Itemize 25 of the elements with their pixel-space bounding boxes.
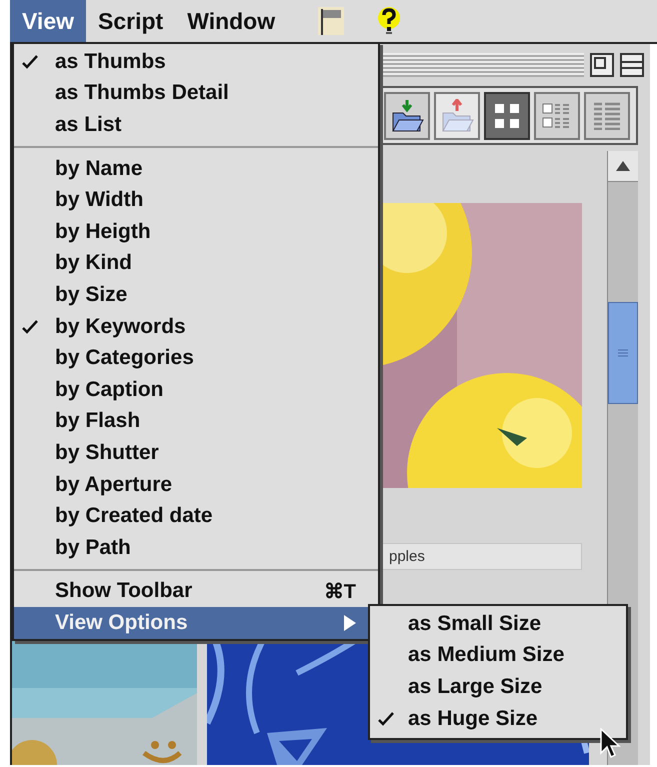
menu-item[interactable]: by Heigth [14,216,378,248]
menu-title[interactable]: Window [175,0,288,42]
menu-item[interactable]: as Thumbs [14,46,378,78]
menu-item[interactable]: by Shutter [14,437,378,469]
menu-item[interactable]: as Thumbs Detail [14,78,378,110]
shortcut-label: ⌘T [324,580,356,604]
menu-item[interactable]: by Categories [14,342,378,374]
menu-item[interactable]: as Medium Size [370,640,626,672]
menu-item[interactable]: by Width [14,184,378,216]
caption-field[interactable]: pples [381,543,582,570]
menu-title[interactable]: View [10,0,86,42]
menu-item[interactable]: by Name [14,152,378,184]
menu-item[interactable]: as List [14,109,378,141]
menu-item[interactable]: by Size [14,279,378,311]
menu-item[interactable]: as Large Size [370,671,626,703]
menu-item[interactable]: Show Toolbar ⌘T [14,576,378,608]
menu-item[interactable]: by Keywords [14,310,378,342]
menu-item[interactable]: by Flash [14,406,378,438]
menu-item[interactable]: by Created date [14,500,378,532]
menu-item[interactable]: by Path [14,532,378,564]
menu-item[interactable]: by Kind [14,248,378,280]
menu-item[interactable]: as Huge Size [370,702,626,734]
menu-title[interactable]: Script [86,0,176,42]
menu-item[interactable]: by Aperture [14,468,378,500]
menu-item[interactable]: by Caption [14,374,378,406]
